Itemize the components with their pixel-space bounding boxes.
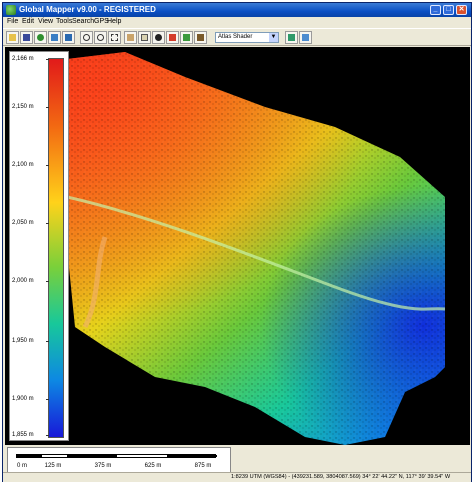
digitizer-icon[interactable] (166, 31, 179, 44)
status-coordinates: 1:8239 UTM (WGS84) - (439231.589, 380408… (231, 474, 451, 480)
legend-tick: 2,050 m (12, 220, 49, 226)
scale-label: 875 m (194, 463, 212, 469)
scale-bar: 0 m 125 m 375 m 625 m 875 m (7, 447, 231, 473)
select-icon[interactable] (108, 31, 121, 44)
legend-tick: 1,950 m (12, 338, 49, 344)
scale-bar-line (16, 454, 217, 458)
app-icon (6, 5, 16, 15)
elevation-legend: 2,166 m 2,150 m 2,100 m 2,050 m 2,000 m … (9, 51, 69, 441)
pan-icon[interactable] (124, 31, 137, 44)
3d-view-icon[interactable] (194, 31, 207, 44)
menu-edit[interactable]: Edit (22, 18, 34, 25)
legend-tick: 1,900 m (12, 396, 49, 402)
info-icon[interactable] (152, 31, 165, 44)
chart-icon[interactable] (299, 31, 312, 44)
zoom-in-icon[interactable] (80, 31, 93, 44)
legend-tick: 2,166 m (12, 56, 49, 62)
measure-icon[interactable] (138, 31, 151, 44)
menu-search[interactable]: Search (72, 18, 94, 25)
title-bar[interactable]: Global Mapper v9.00 - REGISTERED _ □ ✕ (3, 3, 471, 17)
status-bar: 1:8239 UTM (WGS84) - (439231.589, 380408… (3, 472, 471, 482)
menu-file[interactable]: File (7, 18, 18, 25)
open-icon[interactable] (6, 31, 19, 44)
config-icon[interactable] (48, 31, 61, 44)
map-view[interactable]: 2,166 m 2,150 m 2,100 m 2,050 m 2,000 m … (5, 47, 470, 445)
minimize-button[interactable]: _ (430, 5, 441, 15)
scale-label: 0 m (16, 463, 28, 469)
pointer-icon[interactable] (62, 31, 75, 44)
shader-select[interactable]: Atlas Shader ▼ (215, 32, 279, 43)
scale-segment (17, 455, 42, 457)
legend-tick: 2,100 m (12, 162, 49, 168)
scale-segment (167, 455, 217, 457)
chevron-down-icon[interactable]: ▼ (269, 33, 278, 42)
window-title: Global Mapper v9.00 - REGISTERED (19, 5, 156, 14)
menu-help[interactable]: Help (107, 18, 121, 25)
application-window: Global Mapper v9.00 - REGISTERED _ □ ✕ F… (2, 2, 472, 482)
terrain-icon[interactable] (285, 31, 298, 44)
toolbar: Atlas Shader ▼ (3, 28, 471, 46)
shader-select-value: Atlas Shader (218, 34, 253, 40)
scale-label: 125 m (44, 463, 62, 469)
legend-tick: 2,150 m (12, 104, 49, 110)
scale-label: 625 m (144, 463, 162, 469)
path-profile-icon[interactable] (180, 31, 193, 44)
menu-bar: File Edit View Tools Search GPS Help (3, 17, 471, 28)
elevation-raster[interactable] (5, 47, 470, 445)
maximize-button[interactable]: □ (443, 5, 454, 15)
scale-segment (67, 455, 117, 457)
scale-label: 375 m (94, 463, 112, 469)
zoom-out-icon[interactable] (94, 31, 107, 44)
elevation-color-ramp (48, 58, 64, 438)
legend-tick: 1,855 m (12, 432, 49, 438)
menu-view[interactable]: View (38, 18, 53, 25)
save-icon[interactable] (20, 31, 33, 44)
menu-tools[interactable]: Tools (56, 18, 72, 25)
globe-icon[interactable] (34, 31, 47, 44)
legend-tick: 2,000 m (12, 278, 49, 284)
close-button[interactable]: ✕ (456, 5, 467, 15)
